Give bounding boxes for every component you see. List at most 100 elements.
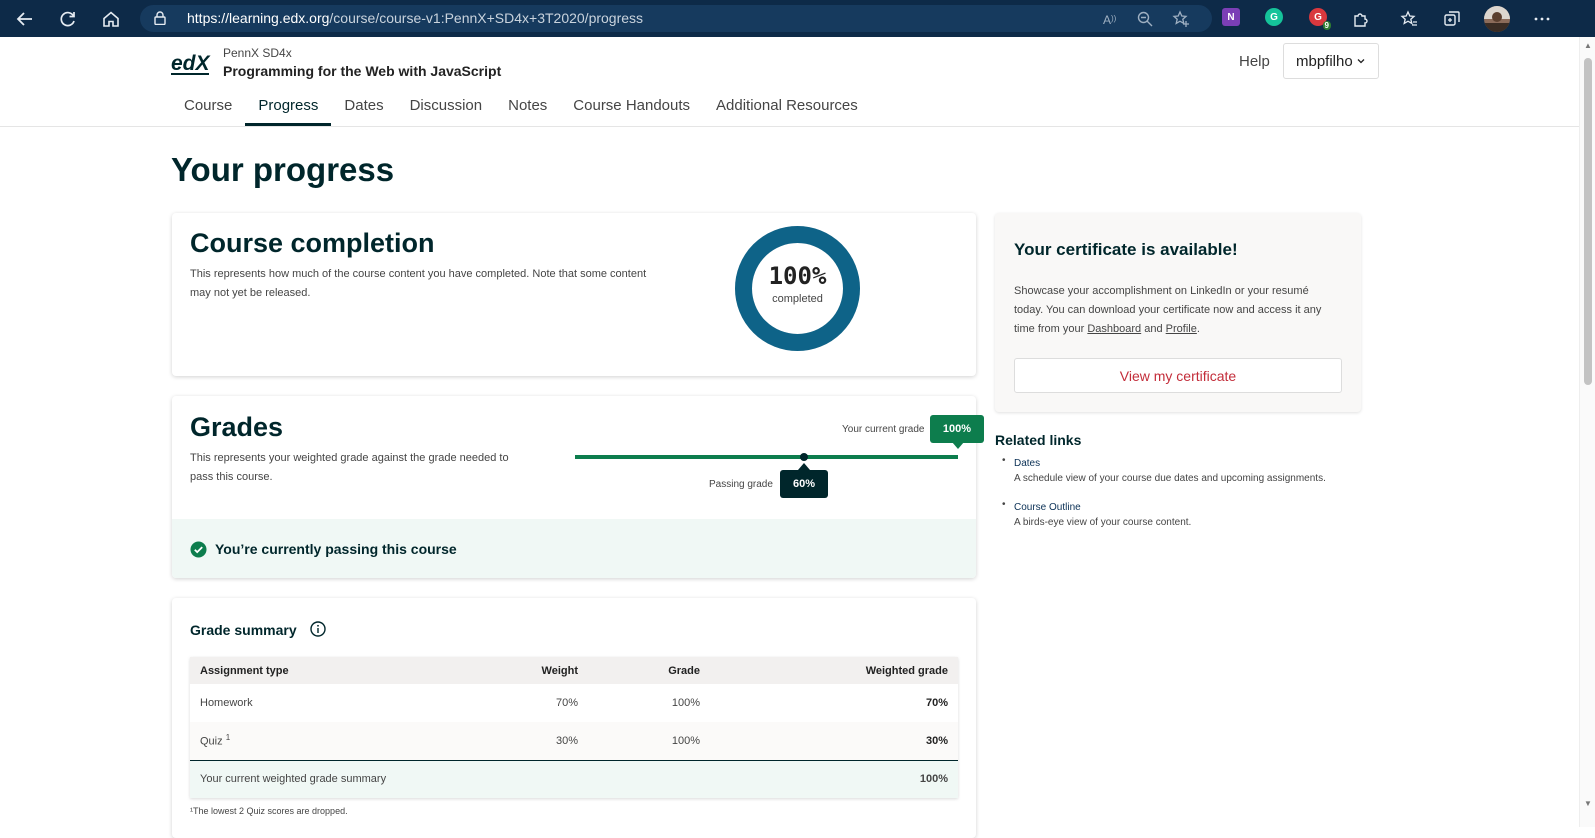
check-circle-icon	[190, 541, 207, 563]
tab-course[interactable]: Course	[171, 89, 245, 126]
profile-avatar[interactable]	[1484, 6, 1510, 32]
certificate-period: .	[1196, 323, 1200, 335]
completion-description: This represents how much of the course c…	[190, 268, 647, 299]
course-org: PennX SD4x	[223, 46, 292, 60]
url-host: https://learning.edx.org	[187, 10, 330, 26]
tab-progress[interactable]: Progress	[245, 89, 332, 126]
passing-status-text: You’re currently passing this course	[215, 541, 457, 557]
assignment-type-cell: Homework	[200, 697, 253, 709]
related-links-title: Related links	[995, 432, 1082, 448]
lock-icon[interactable]	[154, 11, 166, 30]
passing-grade-marker	[800, 453, 808, 461]
passing-grade-tooltip: 60%	[780, 470, 828, 498]
list-item: Course Outline A birds-eye view of your …	[1002, 499, 1326, 531]
quiz-footnote: ¹The lowest 2 Quiz scores are dropped.	[190, 806, 348, 816]
current-grade-value: 100%	[942, 423, 972, 435]
url-path: /course/course-v1:PennX+SD4x+3T2020/prog…	[329, 10, 644, 26]
edx-logo[interactable]: edX	[171, 50, 212, 76]
onenote-extension-icon[interactable]: N	[1222, 8, 1240, 26]
current-grade-tooltip: 100%	[930, 415, 984, 443]
info-icon[interactable]	[310, 621, 326, 637]
grade-summary-table: Assignment type Weight Grade Weighted gr…	[190, 657, 958, 798]
profile-link[interactable]: Profile	[1166, 323, 1197, 335]
address-bar[interactable]: https://learning.edx.org/course/course-v…	[140, 5, 1212, 32]
refresh-icon[interactable]	[55, 6, 81, 32]
svg-text:A: A	[1103, 13, 1111, 27]
related-link-course-outline[interactable]: Course Outline	[1014, 500, 1326, 515]
chevron-down-icon	[1356, 53, 1366, 70]
assignment-type-label: Quiz	[200, 736, 223, 749]
tab-discussion[interactable]: Discussion	[397, 89, 496, 126]
table-header-row: Assignment type Weight Grade Weighted gr…	[190, 657, 958, 684]
current-grade-label: Your current grade	[842, 424, 925, 435]
related-link-dates[interactable]: Dates	[1014, 456, 1326, 471]
home-icon[interactable]	[98, 6, 124, 32]
read-aloud-icon[interactable]: A))	[1102, 10, 1120, 28]
passing-grade-label: Passing grade	[709, 479, 773, 490]
course-title: Programming for the Web with JavaScript	[223, 63, 502, 79]
extension-badge-count: 9	[1322, 21, 1331, 30]
column-header: Weighted grade	[710, 657, 958, 684]
tab-dates[interactable]: Dates	[331, 89, 396, 126]
related-links-list: Dates A schedule view of your course due…	[1002, 455, 1326, 544]
scroll-up-icon[interactable]: ▲	[1583, 41, 1593, 51]
page-title: Your progress	[171, 151, 395, 188]
weighted-grade-cell: 70%	[925, 697, 948, 709]
collections-icon[interactable]	[1439, 6, 1465, 32]
extensions-puzzle-icon[interactable]	[1348, 6, 1374, 32]
grade-cell: 100%	[671, 697, 700, 709]
tab-notes[interactable]: Notes	[495, 89, 560, 126]
favorites-icon[interactable]	[1396, 6, 1422, 32]
url-text[interactable]: https://learning.edx.org/course/course-v…	[187, 10, 643, 26]
footnote-marker[interactable]: 1	[226, 733, 230, 742]
table-row: Homework 70% 100% 70%	[190, 684, 958, 722]
page-scrollbar[interactable]: ▲ ▼	[1579, 37, 1595, 827]
browser-toolbar: https://learning.edx.org/course/course-v…	[0, 0, 1595, 37]
certificate-description: Showcase your accomplishment on LinkedIn…	[1014, 282, 1334, 339]
dashboard-link[interactable]: Dashboard	[1087, 323, 1141, 335]
column-header: Assignment type	[190, 657, 490, 684]
related-link-description: A birds-eye view of your course content.	[1014, 517, 1192, 528]
extension-badge-icon[interactable]: G9	[1309, 8, 1331, 30]
weight-cell: 70%	[555, 697, 578, 709]
completion-label: completed	[772, 293, 823, 305]
svg-text:)): ))	[1111, 14, 1117, 23]
table-total-row: Your current weighted grade summary 100%	[190, 759, 958, 798]
grades-description: This represents your weighted grade agai…	[190, 452, 509, 483]
course-tabs: Course Progress Dates Discussion Notes C…	[171, 89, 871, 126]
assignment-type-cell: Quiz 1	[190, 722, 490, 760]
edx-logo-text: edX	[171, 52, 211, 75]
certificate-and-text: and	[1141, 323, 1166, 335]
back-icon[interactable]	[12, 6, 38, 32]
help-link[interactable]: Help	[1239, 53, 1270, 70]
zoom-icon[interactable]	[1136, 10, 1154, 28]
grammarly-extension-icon[interactable]: G	[1265, 8, 1283, 26]
scroll-down-icon[interactable]: ▼	[1583, 799, 1593, 809]
current-grade-pointer	[952, 442, 964, 449]
tab-course-handouts[interactable]: Course Handouts	[560, 89, 703, 126]
column-header: Weight	[490, 657, 588, 684]
tab-additional-resources[interactable]: Additional Resources	[703, 89, 871, 126]
completion-title: Course completion	[190, 228, 435, 258]
more-menu-icon[interactable]	[1529, 6, 1555, 32]
grade-progress-bar	[575, 455, 958, 459]
scrollbar-thumb[interactable]	[1584, 58, 1592, 385]
list-item: Dates A schedule view of your course due…	[1002, 455, 1326, 487]
certificate-title: Your certificate is available!	[1014, 240, 1238, 259]
table-row: Quiz 1 30% 100% 30%	[190, 722, 958, 760]
total-value-cell: 100%	[710, 759, 958, 798]
weight-cell: 30%	[490, 722, 588, 760]
view-certificate-button[interactable]: View my certificate	[1014, 358, 1342, 393]
add-favorite-icon[interactable]	[1172, 10, 1190, 28]
grade-cell: 100%	[588, 722, 710, 760]
grade-summary-title: Grade summary	[190, 622, 297, 638]
user-menu-button[interactable]: mbpfilho	[1283, 43, 1379, 79]
column-header: Grade	[588, 657, 710, 684]
weighted-grade-cell: 30%	[710, 722, 958, 760]
header-divider	[0, 126, 1579, 127]
passing-grade-value: 60%	[792, 478, 816, 490]
passing-grade-pointer	[798, 463, 810, 470]
related-link-description: A schedule view of your course due dates…	[1014, 473, 1326, 484]
completion-percent: 100%	[768, 262, 827, 290]
username: mbpfilho	[1296, 52, 1353, 70]
